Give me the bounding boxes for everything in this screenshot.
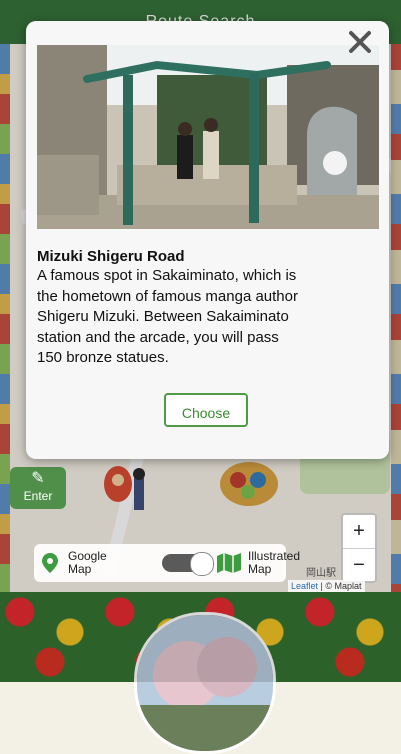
map-mode-toggle-bar: Google Map Illustrated Map	[34, 544, 300, 582]
folded-map-icon	[216, 552, 242, 574]
enter-button[interactable]: ✎ Enter	[10, 467, 66, 509]
spot-photo	[37, 45, 379, 229]
enter-label: Enter	[23, 489, 53, 503]
close-icon[interactable]	[346, 28, 374, 56]
zoom-out-button[interactable]: −	[343, 548, 375, 582]
spot-description-line: the hometown of famous manga author	[37, 287, 298, 305]
choose-button[interactable]: Choose	[164, 393, 248, 427]
spot-title: Mizuki Shigeru Road	[37, 248, 185, 265]
spot-description-line: Shigeru Mizuki. Between Sakaiminato	[37, 308, 289, 326]
map-attribution: Leaflet | © Maplat	[288, 580, 365, 592]
map-pin-icon	[40, 552, 60, 574]
google-map-label[interactable]: Google Map	[68, 550, 107, 576]
spot-description: A famous spot in Sakaiminato, which is t…	[37, 266, 377, 369]
edit-icon: ✎	[31, 470, 45, 487]
zoom-control: + −	[341, 513, 377, 583]
zoom-in-button[interactable]: +	[343, 515, 375, 548]
map-mode-switch-knob[interactable]	[190, 552, 214, 576]
illustrated-map-label[interactable]: Illustrated Map	[248, 550, 300, 576]
spot-description-line: station and the arcade, you will pass	[37, 328, 279, 346]
leaflet-link[interactable]: Leaflet	[291, 581, 318, 591]
spot-description-line: 150 bronze statues.	[37, 349, 169, 367]
maplat-credit: | © Maplat	[320, 581, 362, 591]
spot-description-line: A famous spot in Sakaiminato, which is	[37, 267, 297, 284]
